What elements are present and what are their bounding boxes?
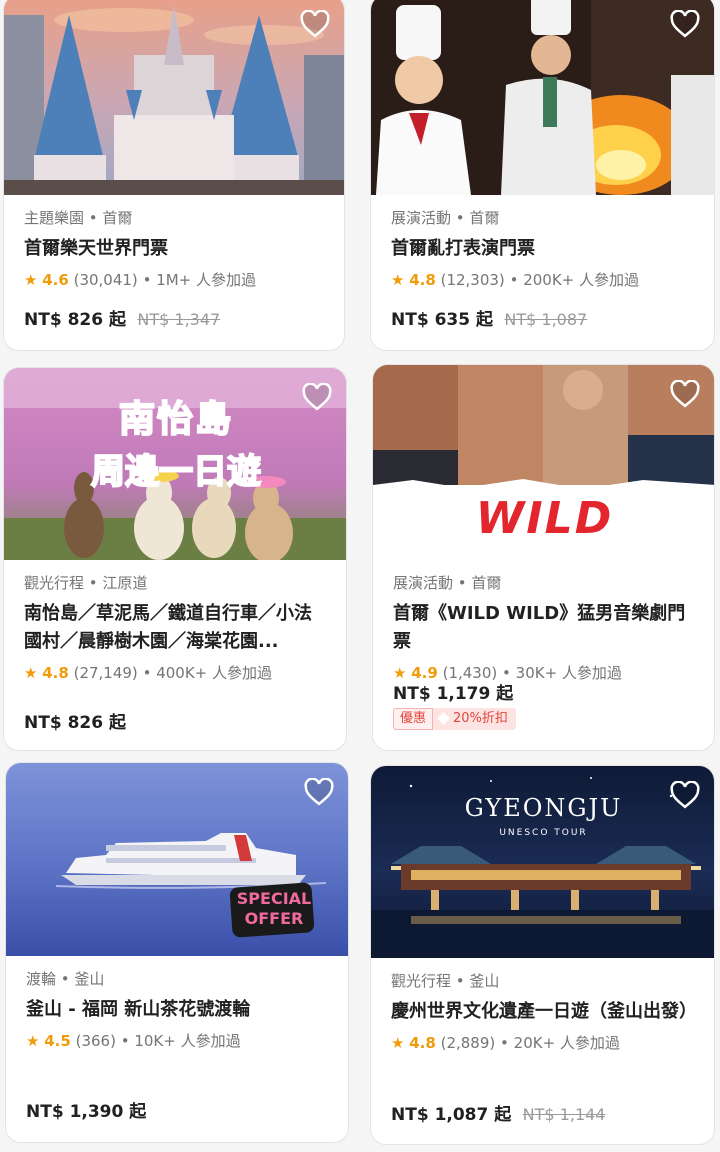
- star-icon: ★: [24, 271, 38, 289]
- rating-score: 4.8: [409, 1034, 436, 1052]
- image-caption-subtitle: 周邊一日遊: [90, 451, 262, 493]
- image-badge-line1: SPECIAL: [236, 889, 312, 908]
- product-card[interactable]: SPECIAL OFFER 渡輪 • 釜山 釜山 - 福岡 新山茶花號渡輪 ★ …: [5, 762, 349, 1143]
- original-price: NT$ 1,144: [522, 1105, 606, 1124]
- rating-score: 4.8: [42, 664, 69, 682]
- category-location: 展演活動 • 首爾: [391, 209, 500, 227]
- wishlist-heart-icon[interactable]: [670, 379, 700, 409]
- price: NT$ 826 起: [24, 310, 126, 330]
- price-row: NT$ 826 起 NT$ 1,347: [24, 305, 220, 330]
- image-title-text: GYEONGJU: [464, 794, 623, 822]
- product-card[interactable]: WILD 展演活動 • 首爾 首爾《WILD WILD》猛男音樂劇門票 ★ 4.…: [372, 364, 715, 751]
- rating-row: ★ 4.8 (12,303) • 200K+ 人參加過: [391, 269, 696, 291]
- rating-score: 4.6: [42, 271, 69, 289]
- image-subtitle-text: UNESCO TOUR: [499, 828, 588, 838]
- wishlist-heart-icon[interactable]: [304, 777, 334, 807]
- original-price: NT$ 1,087: [504, 310, 588, 329]
- review-count: (2,889): [440, 1034, 496, 1052]
- price-row: NT$ 1,179 起: [393, 679, 513, 704]
- category-location: 主題樂園 • 首爾: [24, 209, 133, 227]
- image-badge: SPECIAL OFFER: [234, 889, 314, 929]
- booked-count: • 200K+ 人參加過: [509, 271, 639, 289]
- chef-show-image: [371, 0, 714, 195]
- wishlist-heart-icon[interactable]: [670, 780, 700, 810]
- review-count: (12,303): [440, 271, 505, 289]
- alpaca-wisteria-image: 南怡島 周邊一日遊: [4, 368, 346, 560]
- review-count: (30,041): [73, 271, 138, 289]
- category-location: 展演活動 • 首爾: [393, 574, 502, 592]
- product-title[interactable]: 釜山 - 福岡 新山茶花號渡輪: [26, 996, 330, 1024]
- image-caption-title: 南怡島: [118, 398, 233, 441]
- price-row: NT$ 826 起: [24, 708, 126, 733]
- product-card[interactable]: 南怡島 周邊一日遊 觀光行程 • 江原道 南怡島／草泥馬／鐵道自行車／小法國村／…: [3, 367, 347, 751]
- price: NT$ 826 起: [24, 713, 126, 733]
- category-location: 觀光行程 • 江原道: [24, 574, 148, 592]
- product-title[interactable]: 首爾樂天世界門票: [24, 235, 326, 263]
- product-title[interactable]: 慶州世界文化遺產一日遊（釜山出發）: [391, 998, 696, 1026]
- wishlist-heart-icon[interactable]: [302, 382, 332, 412]
- rating-score: 4.8: [409, 271, 436, 289]
- rating-row: ★ 4.6 (30,041) • 1M+ 人參加過: [24, 269, 326, 291]
- rating-row: ★ 4.8 (2,889) • 20K+ 人參加過: [391, 1032, 696, 1054]
- wishlist-heart-icon[interactable]: [300, 9, 330, 39]
- product-card[interactable]: 展演活動 • 首爾 首爾亂打表演門票 ★ 4.8 (12,303) • 200K…: [370, 0, 715, 351]
- price: NT$ 1,179 起: [393, 684, 514, 704]
- star-icon: ★: [26, 1032, 40, 1050]
- booked-count: • 30K+ 人參加過: [502, 664, 622, 682]
- price: NT$ 635 起: [391, 310, 493, 330]
- image-logo-text: WILD: [475, 493, 614, 544]
- castle-image: [4, 0, 344, 195]
- star-icon: ★: [391, 1034, 405, 1052]
- booked-count: • 400K+ 人參加過: [142, 664, 272, 682]
- promo-discount: 20%折扣: [433, 708, 516, 730]
- original-price: NT$ 1,347: [137, 310, 221, 329]
- star-icon: ★: [391, 271, 405, 289]
- promo-label: 優惠: [393, 708, 434, 730]
- wild-show-image: WILD: [373, 365, 714, 560]
- rating-row: ★ 4.5 (366) • 10K+ 人參加過: [26, 1030, 330, 1052]
- promo-badge: 優惠 20%折扣: [393, 708, 516, 730]
- product-title[interactable]: 首爾《WILD WILD》猛男音樂劇門票: [393, 600, 696, 656]
- price-row: NT$ 1,087 起 NT$ 1,144: [391, 1100, 605, 1125]
- category-location: 觀光行程 • 釜山: [391, 972, 500, 990]
- image-badge-line2: OFFER: [244, 909, 304, 928]
- palace-night-image: GYEONGJU UNESCO TOUR: [371, 766, 714, 958]
- price-row: NT$ 635 起 NT$ 1,087: [391, 305, 587, 330]
- product-title[interactable]: 南怡島／草泥馬／鐵道自行車／小法國村／晨靜樹木園／海棠花園...: [24, 600, 328, 656]
- review-count: (366): [75, 1032, 116, 1050]
- review-count: (27,149): [73, 664, 138, 682]
- price: NT$ 1,390 起: [26, 1102, 147, 1122]
- rating-row: ★ 4.8 (27,149) • 400K+ 人參加過: [24, 662, 328, 684]
- product-card[interactable]: 主題樂園 • 首爾 首爾樂天世界門票 ★ 4.6 (30,041) • 1M+ …: [3, 0, 345, 351]
- ferry-image: SPECIAL OFFER: [6, 763, 348, 956]
- category-location: 渡輪 • 釜山: [26, 970, 105, 988]
- booked-count: • 1M+ 人參加過: [142, 271, 257, 289]
- wishlist-heart-icon[interactable]: [670, 9, 700, 39]
- price-row: NT$ 1,390 起: [26, 1097, 146, 1122]
- product-title[interactable]: 首爾亂打表演門票: [391, 235, 696, 263]
- price: NT$ 1,087 起: [391, 1105, 512, 1125]
- star-icon: ★: [24, 664, 38, 682]
- product-card[interactable]: GYEONGJU UNESCO TOUR 觀光行程 • 釜山 慶州世界文化遺產一…: [370, 765, 715, 1145]
- booked-count: • 10K+ 人參加過: [120, 1032, 241, 1050]
- rating-score: 4.5: [44, 1032, 71, 1050]
- booked-count: • 20K+ 人參加過: [500, 1034, 620, 1052]
